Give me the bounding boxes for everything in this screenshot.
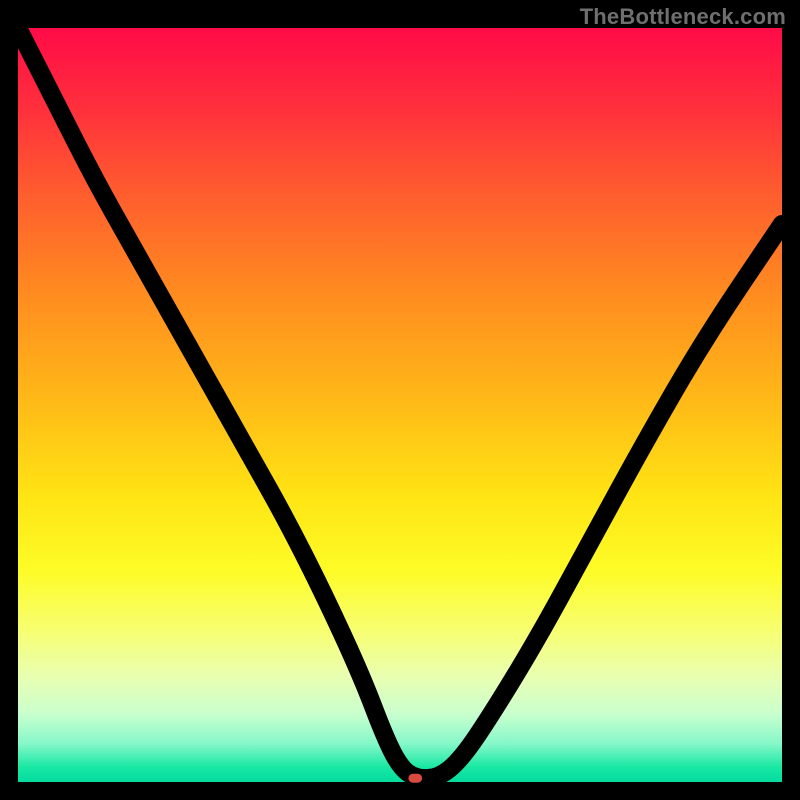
plot-area xyxy=(18,28,782,782)
bottleneck-curve xyxy=(18,28,782,778)
chart-frame: TheBottleneck.com xyxy=(0,0,800,800)
watermark-text: TheBottleneck.com xyxy=(580,4,786,30)
minimum-marker xyxy=(408,774,422,783)
chart-svg xyxy=(18,28,782,782)
